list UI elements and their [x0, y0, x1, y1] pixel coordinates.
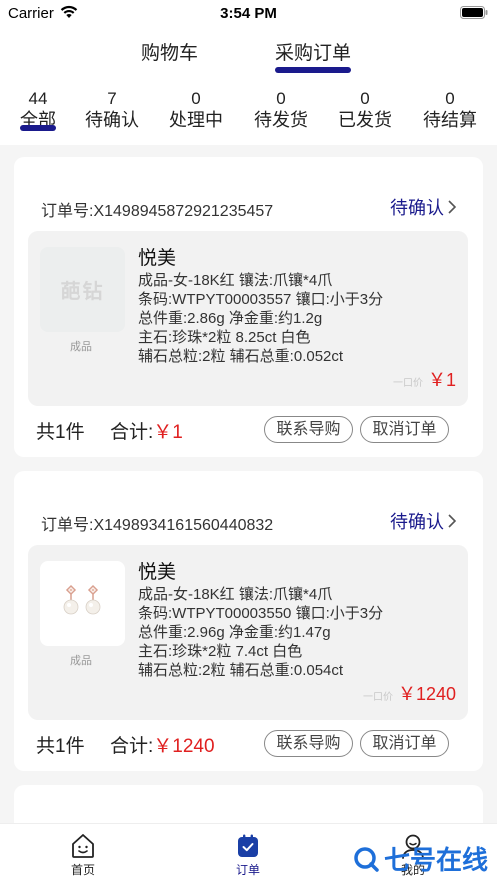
product-spec: 主石:珍珠*2粒 7.4ct 白色 [138, 643, 303, 660]
total-label: 合计: [110, 736, 154, 757]
contact-guide-button[interactable]: 联系导购 [264, 416, 353, 443]
filter-tab-to-settle[interactable]: 0 待结算 [408, 89, 492, 132]
filter-count: 0 [276, 89, 286, 108]
cancel-order-button[interactable]: 取消订单 [360, 730, 449, 757]
product-image: 葩钻 [40, 247, 125, 332]
product-item[interactable]: 成品 悦美 成品-女-18K红 镶法:爪镶*4爪 条码:WTPYT0000355… [28, 545, 468, 720]
tab-purchase-orders[interactable]: 采购订单 [275, 38, 352, 73]
filter-label: 处理中 [169, 110, 223, 130]
filter-label: 待确认 [85, 110, 139, 130]
order-status-link[interactable]: 待确认 [390, 508, 457, 534]
nav-item-home[interactable]: 首页 [53, 832, 113, 878]
home-icon [72, 834, 94, 858]
product-spec: 成品-女-18K红 镶法:爪镶*4爪 [138, 586, 333, 603]
order-status-link[interactable]: 待确认 [390, 194, 457, 220]
order-number: 订单号:X1498934161560440832 [41, 517, 274, 534]
chevron-right-icon [448, 200, 457, 214]
total-label: 合计: [110, 422, 154, 443]
filter-label: 全部 [20, 108, 56, 132]
contact-guide-button[interactable]: 联系导购 [264, 730, 353, 757]
main-tabs: 购物车 采购订单 [0, 38, 497, 73]
filter-label: 待结算 [423, 110, 477, 130]
filter-count: 7 [107, 89, 117, 108]
order-footer: 共1件 合计:￥1 联系导购 取消订单 [36, 416, 466, 446]
order-number: 订单号:X1498945872921235457 [41, 203, 274, 220]
product-spec: 辅石总粒:2粒 辅石总重:0.054ct [138, 662, 344, 679]
tab-label: 购物车 [141, 43, 199, 64]
price-tag: 一口价 ￥1240 [363, 680, 456, 706]
watermark-logo-icon [354, 846, 379, 872]
product-type: 成品 [70, 341, 92, 353]
filter-label: 已发货 [338, 110, 392, 130]
order-status-label: 待确认 [390, 512, 444, 532]
total-amount: ￥1240 [153, 736, 215, 757]
watermark: 七号在线 [352, 840, 488, 877]
active-tab-indicator [275, 67, 352, 73]
product-spec: 主石:珍珠*2粒 8.25ct 白色 [138, 329, 311, 346]
product-spec: 条码:WTPYT00003550 镶口:小于3分 [138, 605, 384, 622]
filter-count: 0 [360, 89, 370, 108]
total-amount: ￥1 [153, 422, 183, 443]
filter-count: 44 [28, 89, 48, 108]
battery-icon [460, 6, 488, 19]
product-item[interactable]: 葩钻 成品 悦美 成品-女-18K红 镶法:爪镶*4爪 条码:WTPYT0000… [28, 231, 468, 406]
product-name: 悦美 [138, 562, 177, 583]
status-filter-tabs: 44 全部 7 待确认 0 处理中 0 待发货 0 已发货 0 待结算 [0, 89, 497, 139]
order-icon [238, 834, 258, 857]
product-spec: 辅石总粒:2粒 辅石总重:0.052ct [138, 348, 344, 365]
filter-tab-processing[interactable]: 0 处理中 [154, 89, 238, 132]
order-total: 合计:￥1240 [110, 731, 215, 758]
product-type: 成品 [70, 655, 92, 667]
order-status-label: 待确认 [390, 198, 444, 218]
filter-tab-pending-confirm[interactable]: 7 待确认 [70, 89, 154, 132]
active-filter-indicator [20, 125, 56, 131]
nav-label: 首页 [70, 863, 95, 877]
filter-tab-to-ship[interactable]: 0 待发货 [239, 89, 323, 132]
filter-count: 0 [445, 89, 455, 108]
product-spec: 总件重:2.96g 净金重:约1.47g [138, 624, 331, 641]
item-count: 共1件 [36, 736, 85, 757]
product-spec: 总件重:2.86g 净金重:约1.2g [138, 310, 323, 327]
item-count: 共1件 [36, 422, 85, 443]
image-placeholder-logo: 葩钻 [60, 281, 105, 303]
product-name: 悦美 [138, 248, 177, 269]
nav-item-orders[interactable]: 订单 [218, 832, 278, 878]
price-tag: 一口价 ￥1 [393, 366, 456, 392]
price-value: ￥1 [427, 370, 456, 390]
clock: 3:54 PM [220, 5, 277, 22]
chevron-right-icon [448, 514, 457, 528]
cancel-order-button[interactable]: 取消订单 [360, 416, 449, 443]
product-image [40, 561, 125, 646]
product-spec: 成品-女-18K红 镶法:爪镶*4爪 [138, 272, 333, 289]
order-total: 合计:￥1 [110, 417, 183, 444]
price-label: 一口价 [362, 692, 393, 703]
filter-tab-shipped[interactable]: 0 已发货 [323, 89, 407, 132]
filter-count: 0 [191, 89, 201, 108]
price-value: ￥1240 [397, 684, 456, 704]
filter-tab-all[interactable]: 44 全部 [0, 89, 80, 132]
order-card[interactable]: 订单号:X1498934161560440832 待确认 成品 悦美 成品-女-… [14, 471, 483, 771]
nav-label: 订单 [235, 863, 260, 877]
tab-shopping-cart[interactable]: 购物车 [141, 38, 198, 65]
order-card[interactable]: 订单号:X1498945872921235457 待确认 葩钻 成品 悦美 成品… [14, 157, 483, 457]
price-label: 一口价 [392, 378, 423, 389]
order-footer: 共1件 合计:￥1240 联系导购 取消订单 [36, 730, 466, 760]
watermark-text: 七号在线 [384, 845, 489, 875]
pearl-earrings-icon [63, 584, 100, 614]
product-spec: 条码:WTPYT00003557 镶口:小于3分 [138, 291, 384, 308]
status-bar: Carrier 3:54 PM [0, 0, 497, 28]
filter-label: 待发货 [254, 110, 308, 130]
tab-label: 采购订单 [275, 43, 352, 64]
